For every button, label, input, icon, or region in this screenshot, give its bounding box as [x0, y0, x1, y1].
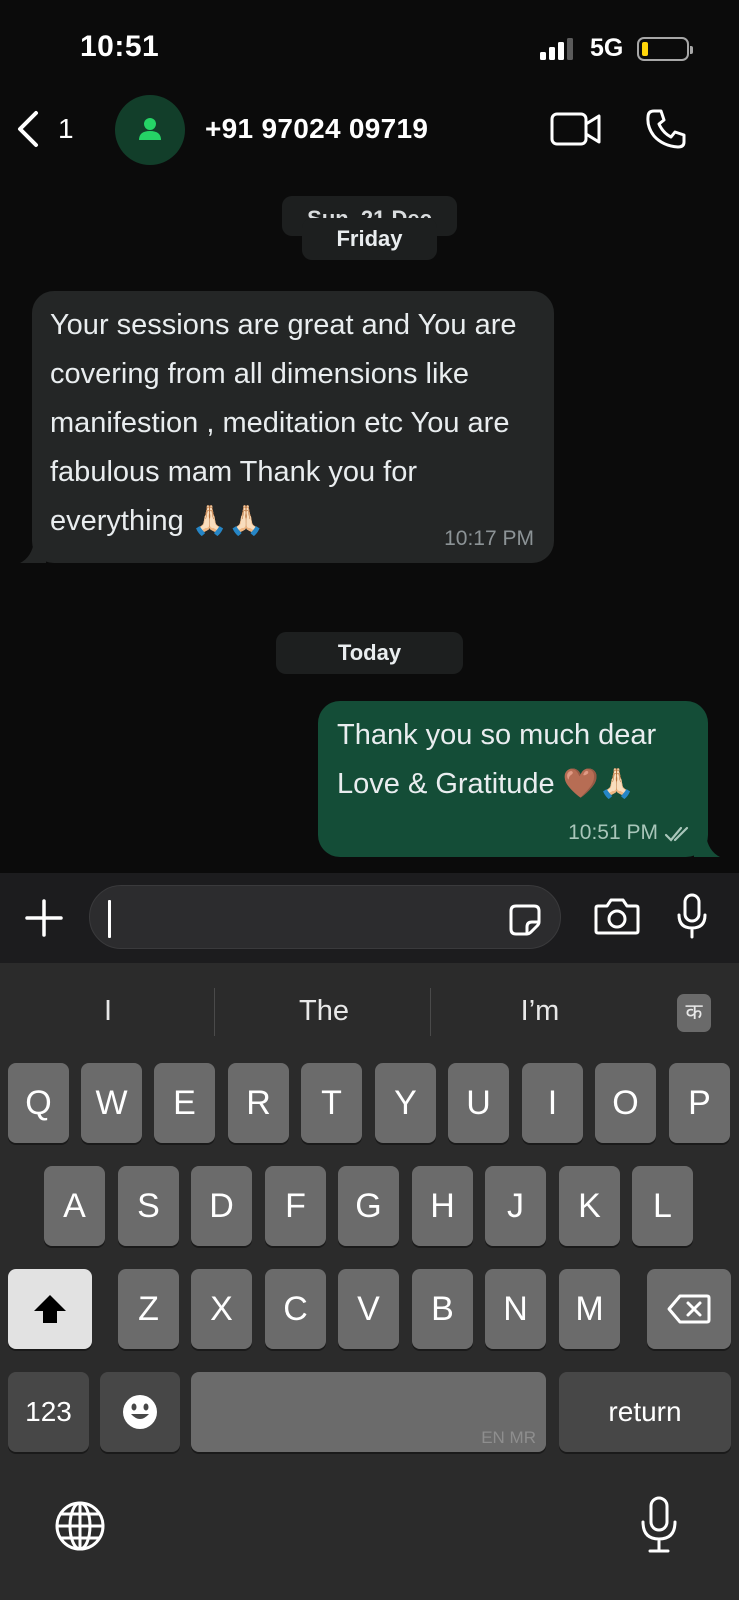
backspace-icon — [667, 1294, 711, 1324]
key-w[interactable]: W — [81, 1063, 142, 1143]
keyboard: I The I’m क Q W E R T Y U I O P A S D F … — [0, 963, 739, 1600]
chevron-left-icon — [18, 111, 38, 147]
read-receipt-icon — [664, 826, 689, 842]
backspace-key[interactable] — [647, 1269, 731, 1349]
bubble-tail — [20, 541, 46, 563]
dictation-mic-icon[interactable] — [639, 1496, 679, 1554]
plus-icon[interactable] — [24, 898, 64, 938]
message-input[interactable] — [89, 885, 561, 949]
key-g[interactable]: G — [338, 1166, 399, 1246]
key-f[interactable]: F — [265, 1166, 326, 1246]
signal-icon — [540, 38, 573, 60]
back-button[interactable]: 1 — [14, 109, 74, 149]
date-chip-friday: Friday — [302, 218, 437, 260]
sticker-icon[interactable] — [508, 903, 542, 937]
contact-name[interactable]: +91 97024 09719 — [205, 113, 428, 145]
status-time: 10:51 — [80, 30, 160, 63]
return-key[interactable]: return — [559, 1372, 731, 1452]
chat-header: 1 +91 97024 09719 — [0, 95, 739, 175]
key-y[interactable]: Y — [375, 1063, 436, 1143]
key-u[interactable]: U — [448, 1063, 509, 1143]
camera-icon[interactable] — [594, 897, 640, 935]
suggestion-item[interactable]: The — [264, 995, 384, 1028]
battery-icon — [637, 37, 693, 61]
outgoing-message-bubble[interactable]: Thank you so much dear Love & Gratitude … — [318, 701, 720, 857]
shift-icon — [34, 1295, 66, 1323]
key-a[interactable]: A — [44, 1166, 105, 1246]
network-type: 5G — [590, 34, 624, 62]
suggestion-bar: I The I’m क — [0, 963, 739, 1063]
text-cursor — [108, 900, 111, 938]
key-p[interactable]: P — [669, 1063, 730, 1143]
message-time: 10:17 PM — [444, 527, 534, 550]
message-list[interactable]: Sun, 21 Dec Friday Your sessions are gre… — [0, 175, 739, 873]
key-z[interactable]: Z — [118, 1269, 179, 1349]
key-s[interactable]: S — [118, 1166, 179, 1246]
key-h[interactable]: H — [412, 1166, 473, 1246]
key-k[interactable]: K — [559, 1166, 620, 1246]
key-b[interactable]: B — [412, 1269, 473, 1349]
key-o[interactable]: O — [595, 1063, 656, 1143]
key-l[interactable]: L — [632, 1166, 693, 1246]
microphone-icon[interactable] — [676, 893, 708, 939]
language-badge[interactable]: क — [677, 994, 711, 1032]
back-unread-count: 1 — [58, 113, 74, 144]
space-language-label: EN MR — [481, 1428, 536, 1447]
phone-icon[interactable] — [645, 108, 687, 150]
emoji-icon — [123, 1395, 157, 1429]
composer-bar — [0, 873, 739, 963]
key-c[interactable]: C — [265, 1269, 326, 1349]
bubble-tail — [694, 835, 720, 857]
key-t[interactable]: T — [301, 1063, 362, 1143]
key-m[interactable]: M — [559, 1269, 620, 1349]
status-bar: 10:51 5G — [0, 0, 739, 95]
date-chip-today: Today — [276, 632, 463, 674]
key-x[interactable]: X — [191, 1269, 252, 1349]
suggestion-item[interactable]: I — [68, 995, 148, 1028]
globe-icon[interactable] — [54, 1500, 106, 1552]
suggestion-item[interactable]: I’m — [480, 995, 600, 1028]
key-v[interactable]: V — [338, 1269, 399, 1349]
incoming-message-bubble[interactable]: Your sessions are great and You are cove… — [20, 291, 554, 563]
emoji-key[interactable] — [100, 1372, 180, 1452]
key-i[interactable]: I — [522, 1063, 583, 1143]
key-n[interactable]: N — [485, 1269, 546, 1349]
shift-key[interactable] — [8, 1269, 92, 1349]
key-r[interactable]: R — [228, 1063, 289, 1143]
message-text: Thank you so much dear Love & Gratitude … — [337, 719, 657, 800]
message-time: 10:51 PM — [568, 821, 658, 844]
key-j[interactable]: J — [485, 1166, 546, 1246]
avatar[interactable] — [115, 95, 185, 165]
key-e[interactable]: E — [154, 1063, 215, 1143]
key-q[interactable]: Q — [8, 1063, 69, 1143]
numbers-key[interactable]: 123 — [8, 1372, 89, 1452]
message-text: Your sessions are great and You are cove… — [50, 309, 517, 537]
person-icon — [139, 118, 161, 140]
video-call-icon[interactable] — [550, 111, 602, 147]
key-d[interactable]: D — [191, 1166, 252, 1246]
space-key[interactable]: EN MR — [191, 1372, 546, 1452]
battery-fill — [642, 42, 648, 56]
